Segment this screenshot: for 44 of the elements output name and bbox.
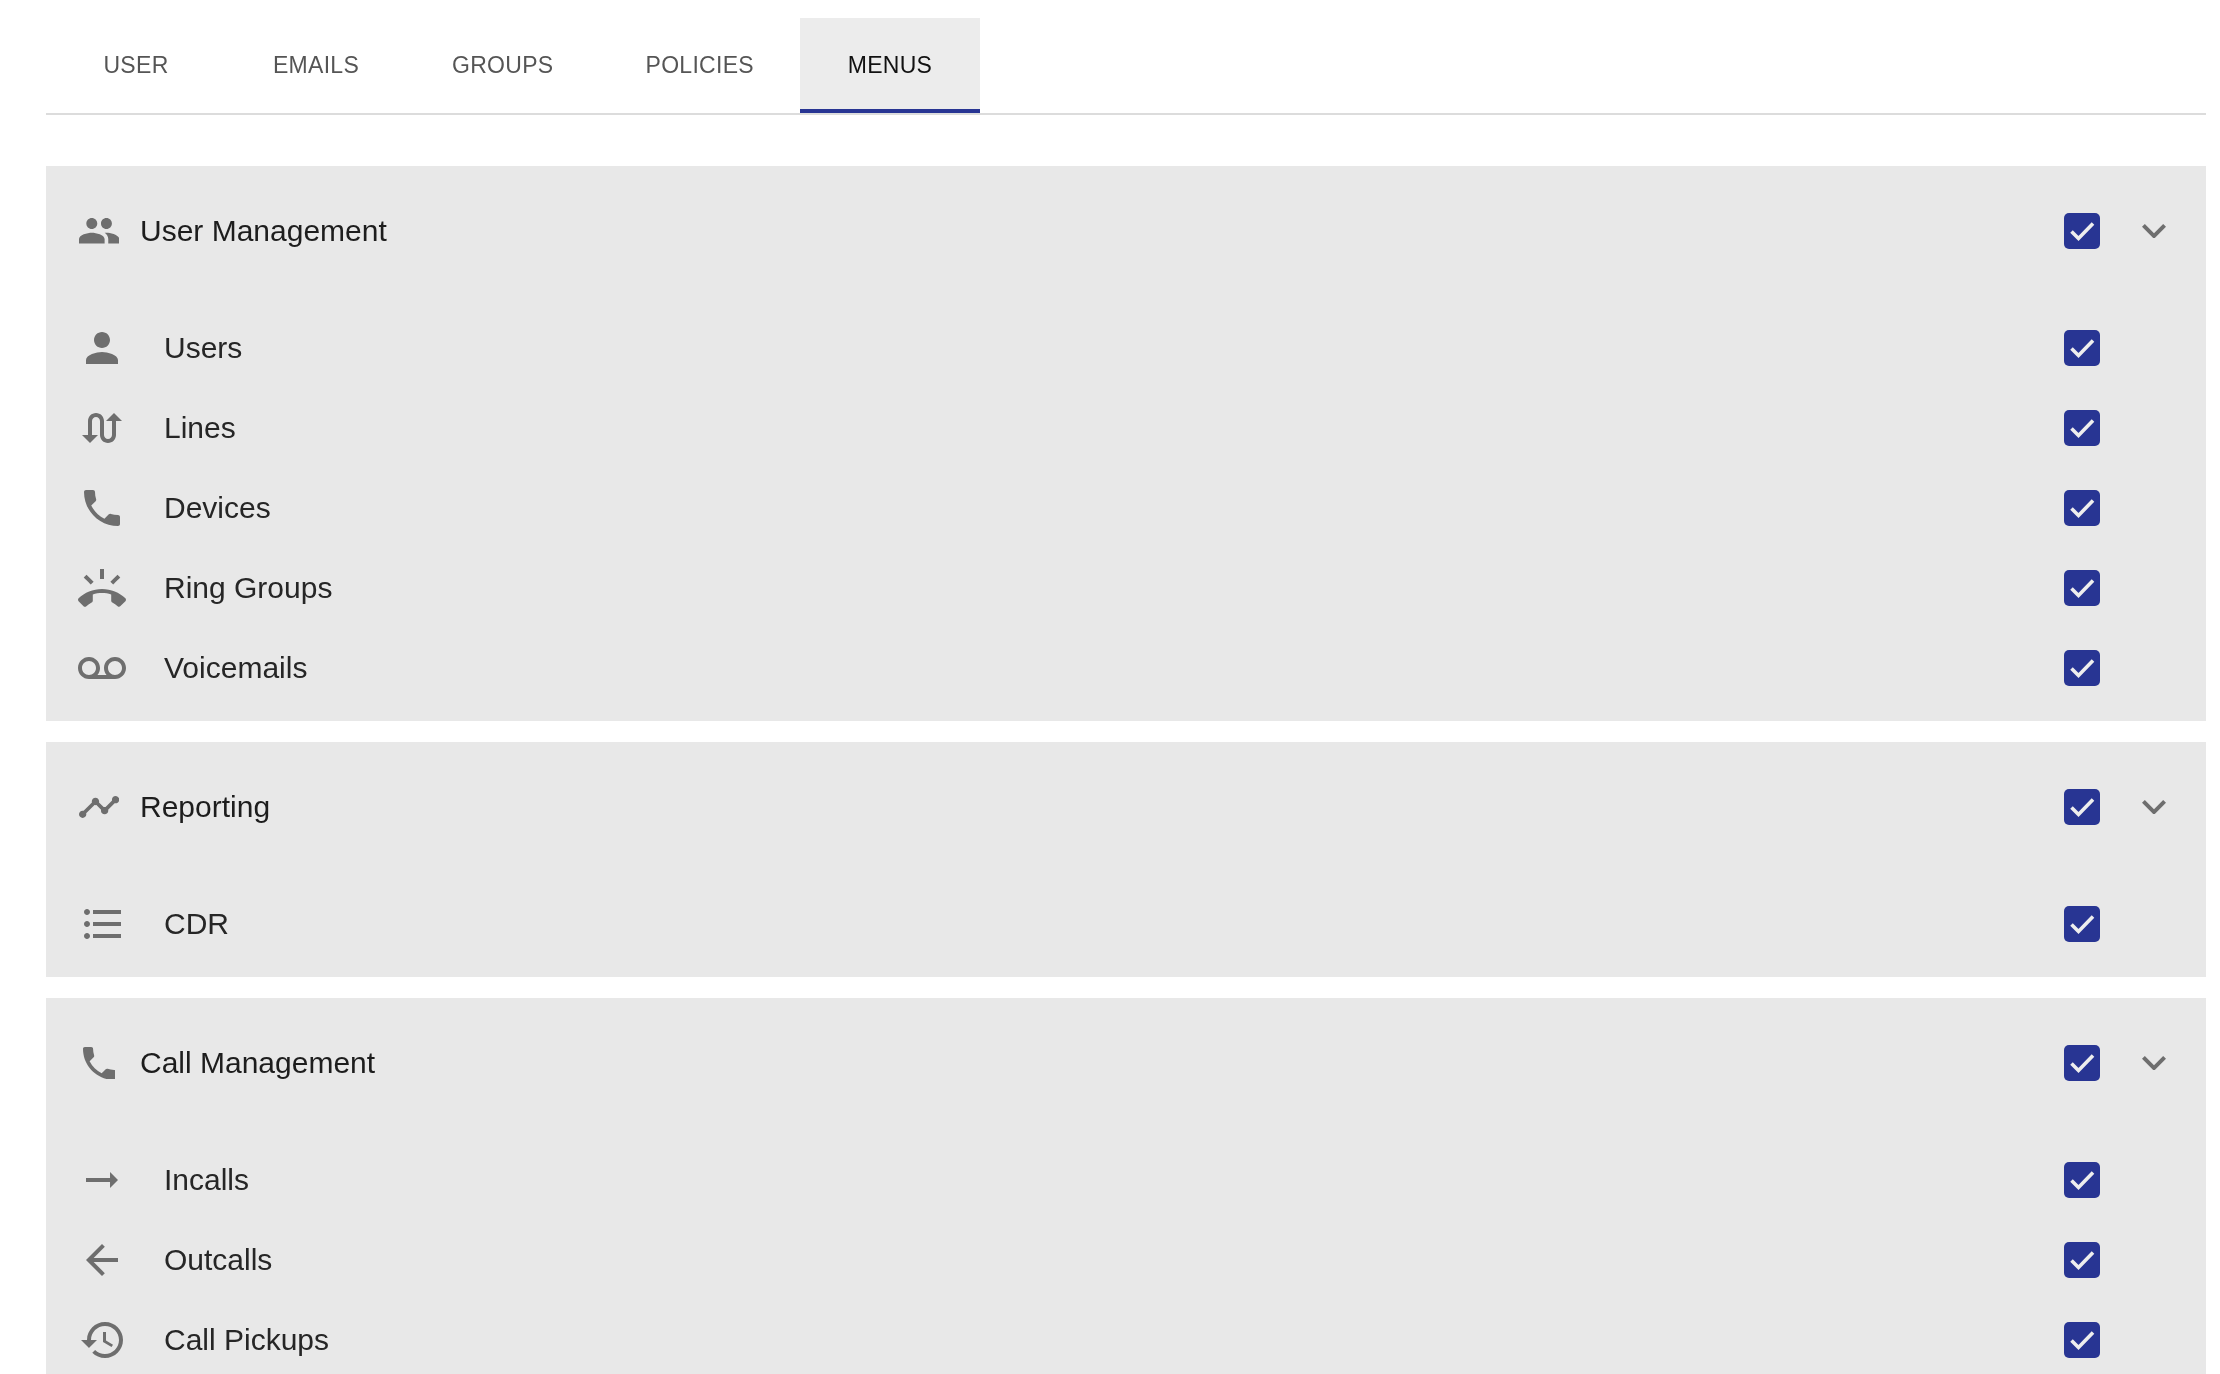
checkbox[interactable] bbox=[2064, 1162, 2100, 1198]
left-arrow-icon bbox=[86, 1244, 118, 1276]
people-icon bbox=[78, 218, 120, 244]
menu-item-label: Devices bbox=[164, 491, 272, 525]
history-icon bbox=[81, 1322, 123, 1358]
menu-item-label: Outcalls bbox=[164, 1243, 274, 1277]
ringing-phone-icon bbox=[78, 569, 126, 607]
tab[interactable]: GROUPS bbox=[406, 18, 600, 113]
menu-item-label: CDR bbox=[164, 907, 230, 941]
checkbox[interactable] bbox=[2064, 570, 2100, 606]
swap-arrows-icon bbox=[82, 413, 122, 443]
menu-item-label: Call Pickups bbox=[164, 1323, 331, 1357]
menu-item-label: Users bbox=[164, 331, 244, 365]
phone-icon bbox=[82, 1046, 116, 1080]
chevron-down-icon[interactable] bbox=[2142, 799, 2166, 815]
phone-icon bbox=[84, 490, 120, 526]
menu-item-label: Voicemails bbox=[164, 651, 309, 685]
chevron-down-icon[interactable] bbox=[2142, 1055, 2166, 1071]
person-icon bbox=[86, 332, 118, 364]
tab[interactable]: USER bbox=[46, 18, 226, 113]
checkbox[interactable] bbox=[2064, 490, 2100, 526]
section-title: User Management bbox=[140, 214, 388, 248]
checkbox[interactable] bbox=[2064, 330, 2100, 366]
checkbox[interactable] bbox=[2064, 1242, 2100, 1278]
tab[interactable]: EMAILS bbox=[226, 18, 406, 113]
checkbox[interactable] bbox=[2064, 213, 2100, 249]
chevron-down-icon[interactable] bbox=[2142, 223, 2166, 239]
checkbox[interactable] bbox=[2064, 906, 2100, 942]
checkbox[interactable] bbox=[2064, 789, 2100, 825]
section-title: Call Management bbox=[140, 1046, 377, 1080]
bulleted-list-icon bbox=[83, 909, 121, 939]
checkbox[interactable] bbox=[2064, 650, 2100, 686]
menu-item-label: Incalls bbox=[164, 1163, 251, 1197]
section-title: Reporting bbox=[140, 790, 272, 824]
tab[interactable]: MENUS bbox=[800, 18, 980, 113]
menu-item-label: Lines bbox=[164, 411, 237, 445]
menu-item-label: Ring Groups bbox=[164, 571, 334, 605]
checkbox[interactable] bbox=[2064, 410, 2100, 446]
line-chart-icon bbox=[78, 796, 120, 818]
tab[interactable]: POLICIES bbox=[599, 18, 800, 113]
right-arrow-icon bbox=[86, 1172, 118, 1188]
voicemail-icon bbox=[78, 657, 126, 679]
checkbox[interactable] bbox=[2064, 1045, 2100, 1081]
checkbox[interactable] bbox=[2064, 1322, 2100, 1358]
